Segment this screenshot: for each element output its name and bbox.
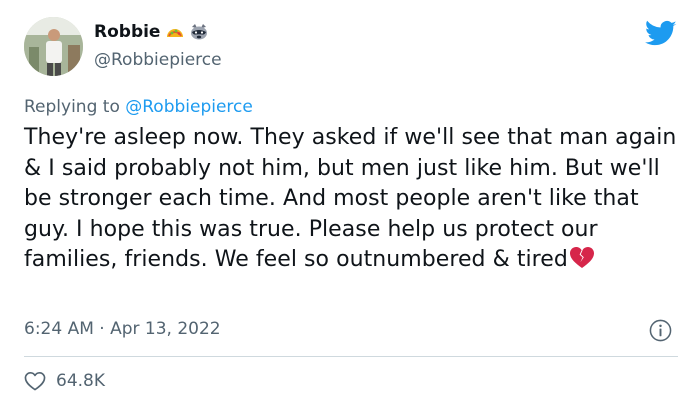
broken-heart-emoji-icon bbox=[569, 247, 594, 269]
reply-mention-link[interactable]: @Robbiepierce bbox=[125, 97, 253, 117]
twitter-bird-icon[interactable] bbox=[645, 20, 677, 48]
tweet-card: Robbie @Robbiepierce Replying to @Robbie… bbox=[0, 0, 700, 410]
taco-emoji-icon bbox=[167, 29, 184, 37]
replying-to-line: Replying to @Robbiepierce bbox=[24, 97, 253, 117]
divider bbox=[24, 356, 678, 357]
raccoon-emoji-icon bbox=[191, 24, 208, 40]
tweet-body: They're asleep now. They asked if we'll … bbox=[24, 123, 688, 276]
like-count: 64.8K bbox=[56, 371, 105, 391]
author-name-row: Robbie bbox=[94, 22, 208, 42]
avatar-photo bbox=[24, 17, 83, 76]
replying-to-label: Replying to bbox=[24, 97, 120, 117]
display-name[interactable]: Robbie bbox=[94, 22, 160, 42]
info-icon[interactable] bbox=[649, 319, 672, 342]
avatar[interactable] bbox=[24, 17, 83, 76]
author-handle[interactable]: @Robbiepierce bbox=[94, 50, 222, 70]
like-button[interactable]: 64.8K bbox=[24, 371, 105, 391]
heart-outline-icon bbox=[24, 372, 46, 391]
tweet-timestamp[interactable]: 6:24 AM · Apr 13, 2022 bbox=[24, 319, 221, 339]
